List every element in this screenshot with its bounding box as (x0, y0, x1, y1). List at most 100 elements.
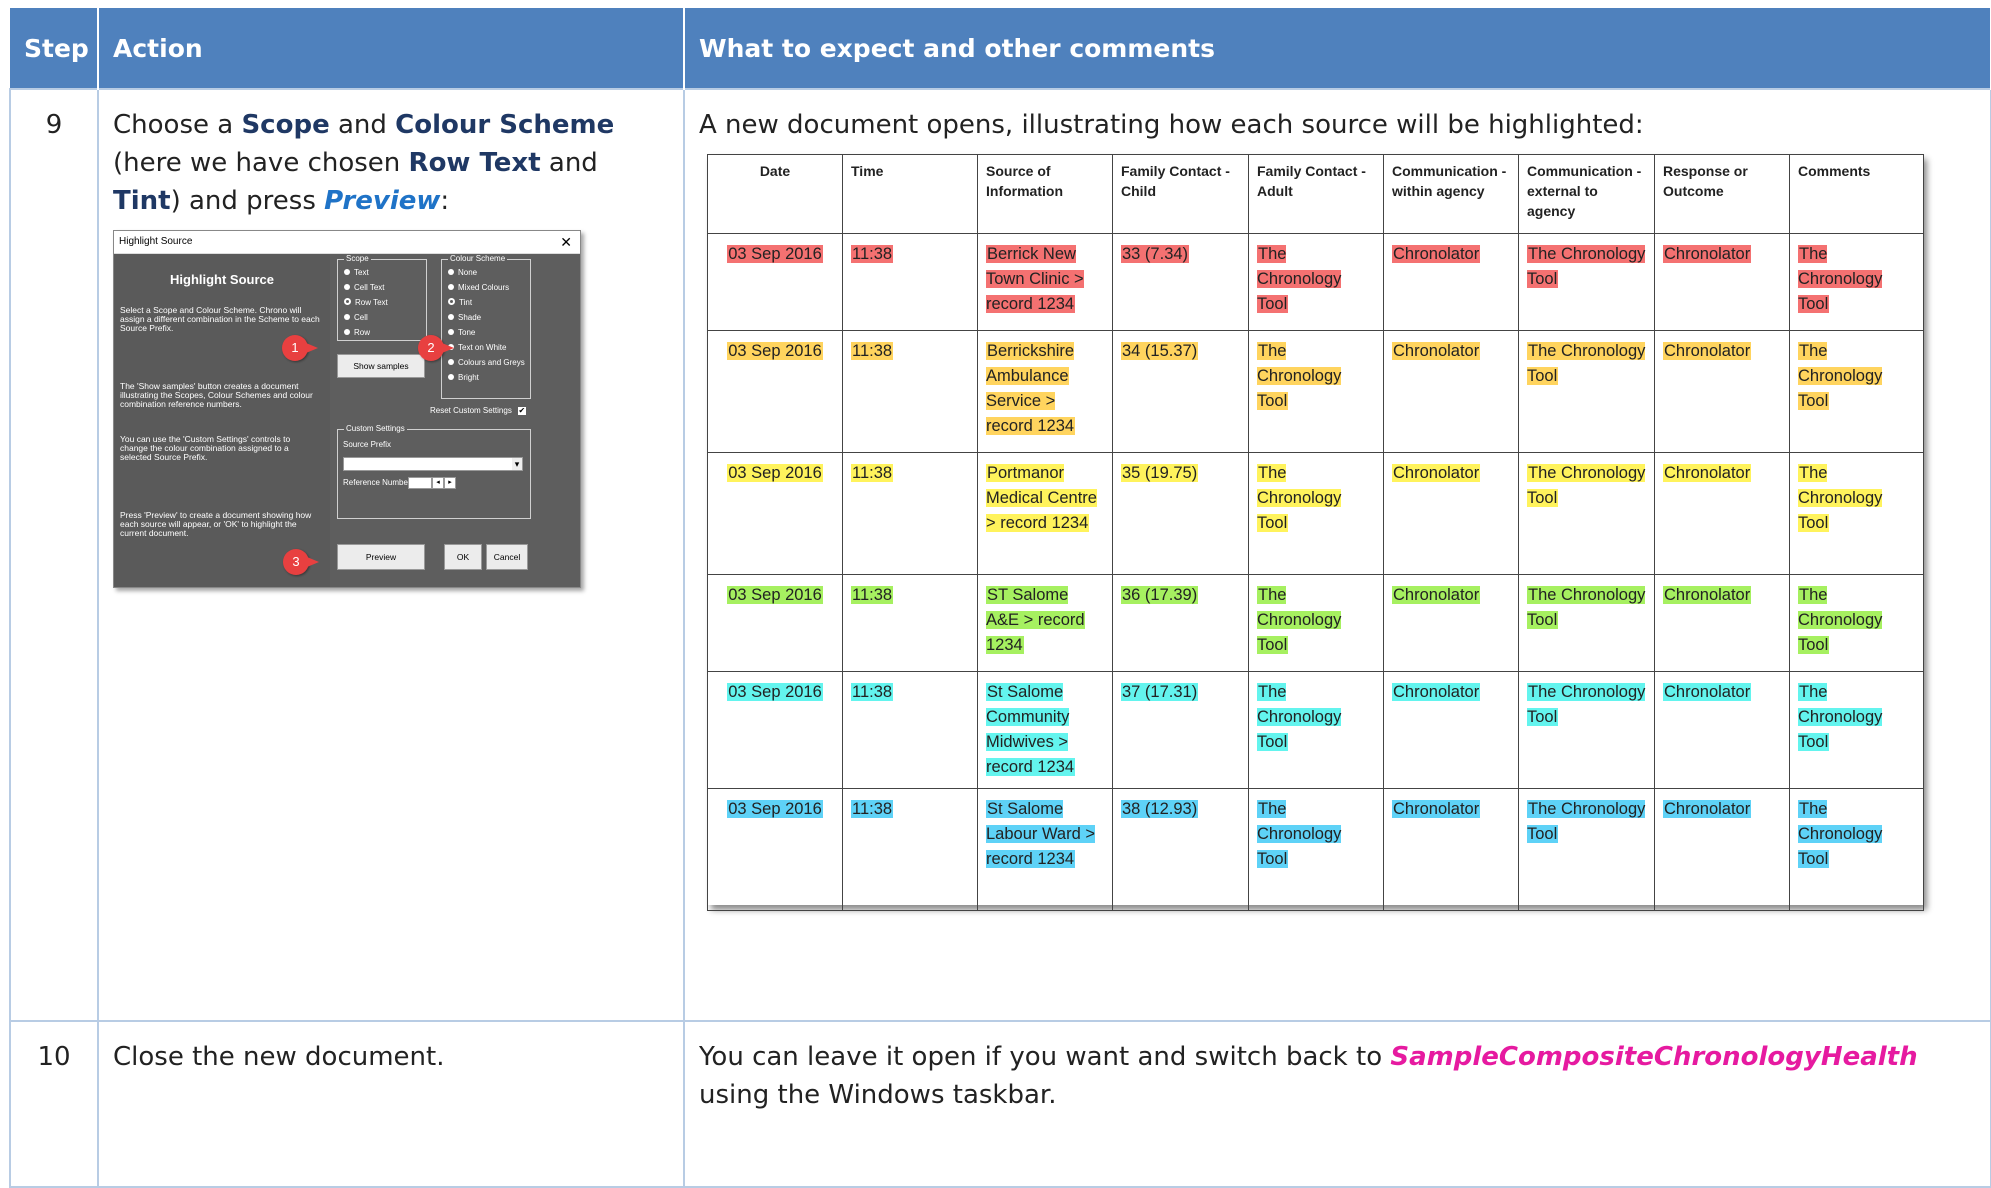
preview-cell-adult: The Chronology Tool (1248, 452, 1384, 575)
ok-button[interactable]: OK (444, 544, 482, 570)
step-marker-3: 3 (283, 549, 319, 575)
highlighted-text: Chronolator (1392, 683, 1481, 701)
scheme-text-on-white-radio[interactable]: Text on White (448, 343, 506, 352)
highlighted-text: St Salome Community Midwives > record 12… (986, 683, 1076, 776)
step-expect: A new document opens, illustrating how e… (683, 88, 1991, 1022)
highlighted-text: 33 (7.34) (1121, 245, 1190, 263)
preview-cell-time: 11:38 (842, 671, 978, 789)
scheme-colours-greys-radio[interactable]: Colours and Greys (448, 358, 525, 367)
highlighted-text: The Chronology Tool (1798, 245, 1883, 313)
highlighted-text: Portmanor Medical Centre > record 1234 (986, 464, 1097, 532)
custom-settings-group: Custom Settings Source Prefix ▾ Referenc… (337, 424, 531, 519)
step-action: Close the new document. (97, 1020, 685, 1188)
preview-header-cell: Family Contact - Adult (1248, 154, 1384, 234)
preview-header-cell: Response or Outcome (1654, 154, 1790, 234)
preview-cell-external: The Chronology Tool (1518, 788, 1655, 911)
preview-cell-source: Berrickshire Ambulance Service > record … (977, 330, 1113, 453)
step-9-instruction: Choose a Scope and Colour Scheme (here w… (113, 110, 615, 216)
colour-scheme-group-title: Colour Scheme (448, 254, 508, 263)
preview-cell-within: Chronolator (1383, 452, 1519, 575)
highlighted-text: 11:38 (851, 245, 894, 263)
chevron-down-icon[interactable]: ▾ (512, 458, 522, 470)
highlighted-text: Chronolator (1392, 245, 1481, 263)
preview-cell-source: St Salome Labour Ward > record 1234 (977, 788, 1113, 911)
scope-row-text-radio[interactable]: Row Text (344, 298, 388, 307)
preview-cell-adult: The Chronology Tool (1248, 574, 1384, 672)
highlighted-text: Berrick New Town Clinic > record 1234 (986, 245, 1084, 313)
spin-left-icon[interactable]: ◂ (432, 477, 444, 489)
header-row: Step Action What to expect and other com… (10, 8, 1991, 89)
spin-right-icon[interactable]: ▸ (444, 477, 456, 489)
show-samples-button[interactable]: Show samples (337, 354, 425, 378)
colour-scheme-group: Colour Scheme None Mixed Colours Tint Sh… (441, 254, 531, 399)
highlighted-text: The Chronology Tool (1527, 245, 1646, 288)
highlighted-text: The Chronology Tool (1257, 464, 1342, 532)
highlighted-text: Chronolator (1663, 800, 1752, 818)
step-action: Choose a Scope and Colour Scheme (here w… (97, 88, 685, 1022)
highlighted-text: The Chronology Tool (1527, 683, 1646, 726)
scope-row-radio[interactable]: Row (344, 328, 370, 337)
preview-cell-source: Portmanor Medical Centre > record 1234 (977, 452, 1113, 575)
instructions-table: Step Action What to expect and other com… (9, 8, 1991, 1188)
scheme-mixed-radio[interactable]: Mixed Colours (448, 283, 509, 292)
highlighted-text: The Chronology Tool (1257, 342, 1342, 410)
scheme-shade-radio[interactable]: Shade (448, 313, 481, 322)
highlighted-text: 11:38 (851, 464, 894, 482)
preview-button[interactable]: Preview (337, 544, 425, 570)
preview-term: Preview (324, 186, 441, 216)
highlighted-text: The Chronology Tool (1527, 586, 1646, 629)
scheme-bright-radio[interactable]: Bright (448, 373, 479, 382)
step-10-row: 10 Close the new document. You can leave… (9, 1020, 1991, 1188)
scope-cell-radio[interactable]: Cell (344, 313, 368, 322)
scheme-tone-radio[interactable]: Tone (448, 328, 475, 337)
preview-header-row: Date Time Source of Information Family Cont… (707, 154, 1924, 234)
custom-settings-title: Custom Settings (344, 424, 407, 433)
source-prefix-label: Source Prefix (343, 440, 392, 449)
header-expect: What to expect and other comments (684, 8, 1991, 89)
preview-cell-response: Chronolator (1654, 788, 1790, 911)
scope-text-radio[interactable]: Text (344, 268, 369, 277)
preview-cell-date: 03 Sep 2016 (707, 330, 843, 453)
preview-cell-date: 03 Sep 2016 (707, 788, 843, 911)
highlighted-text: Chronolator (1663, 586, 1752, 604)
highlighted-text: 11:38 (851, 683, 894, 701)
preview-cell-comments: The Chronology Tool (1789, 330, 1924, 453)
highlighted-text: 35 (19.75) (1121, 464, 1199, 482)
highlighted-text: The Chronology Tool (1527, 800, 1646, 843)
close-icon[interactable]: ✕ (560, 231, 572, 253)
highlighted-text: 03 Sep 2016 (727, 800, 823, 818)
step-9-expect-text: A new document opens, illustrating how e… (699, 110, 1644, 140)
highlighted-text: Chronolator (1392, 342, 1481, 360)
preview-cell-external: The Chronology Tool (1518, 452, 1655, 575)
preview-row: 03 Sep 2016 11:38 Berrickshire Ambulance S… (707, 330, 1924, 453)
scheme-tint-radio[interactable]: Tint (448, 298, 472, 307)
preview-cell-response: Chronolator (1654, 574, 1790, 672)
step-9-row: 9 Choose a Scope and Colour Scheme (here… (9, 88, 1991, 1022)
preview-row: 03 Sep 2016 11:38 Berrick New Town Clinic … (707, 233, 1924, 331)
reset-custom-settings-checkbox[interactable]: Reset Custom Settings ✔ (430, 406, 526, 415)
preview-cell-within: Chronolator (1383, 330, 1519, 453)
scope-term: Scope (241, 110, 330, 140)
highlighted-text: ST Salome A&E > record 1234 (986, 586, 1085, 654)
highlighted-text: 03 Sep 2016 (727, 683, 823, 701)
scope-group-title: Scope (344, 254, 371, 263)
preview-cell-within: Chronolator (1383, 233, 1519, 331)
reference-number-input[interactable] (408, 477, 432, 489)
highlighted-text: 11:38 (851, 800, 894, 818)
preview-cell-external: The Chronology Tool (1518, 671, 1655, 789)
preview-cell-date: 03 Sep 2016 (707, 233, 843, 331)
highlighted-text: The Chronology Tool (1257, 683, 1342, 751)
highlighted-text: Chronolator (1663, 683, 1752, 701)
source-prefix-dropdown[interactable]: ▾ (343, 457, 523, 471)
scope-cell-text-radio[interactable]: Cell Text (344, 283, 385, 292)
scheme-none-radio[interactable]: None (448, 268, 477, 277)
highlighted-text: The Chronology Tool (1257, 800, 1342, 868)
cancel-button[interactable]: Cancel (486, 544, 528, 570)
highlighted-text: Berrickshire Ambulance Service > record … (986, 342, 1076, 435)
highlighted-text: The Chronology Tool (1798, 683, 1883, 751)
highlighted-text: The Chronology Tool (1257, 245, 1342, 313)
preview-cell-time: 11:38 (842, 330, 978, 453)
highlighted-text: The Chronology Tool (1798, 586, 1883, 654)
preview-cell-comments: The Chronology Tool (1789, 788, 1924, 911)
dialog-titlebar: Highlight Source ✕ (114, 231, 580, 254)
